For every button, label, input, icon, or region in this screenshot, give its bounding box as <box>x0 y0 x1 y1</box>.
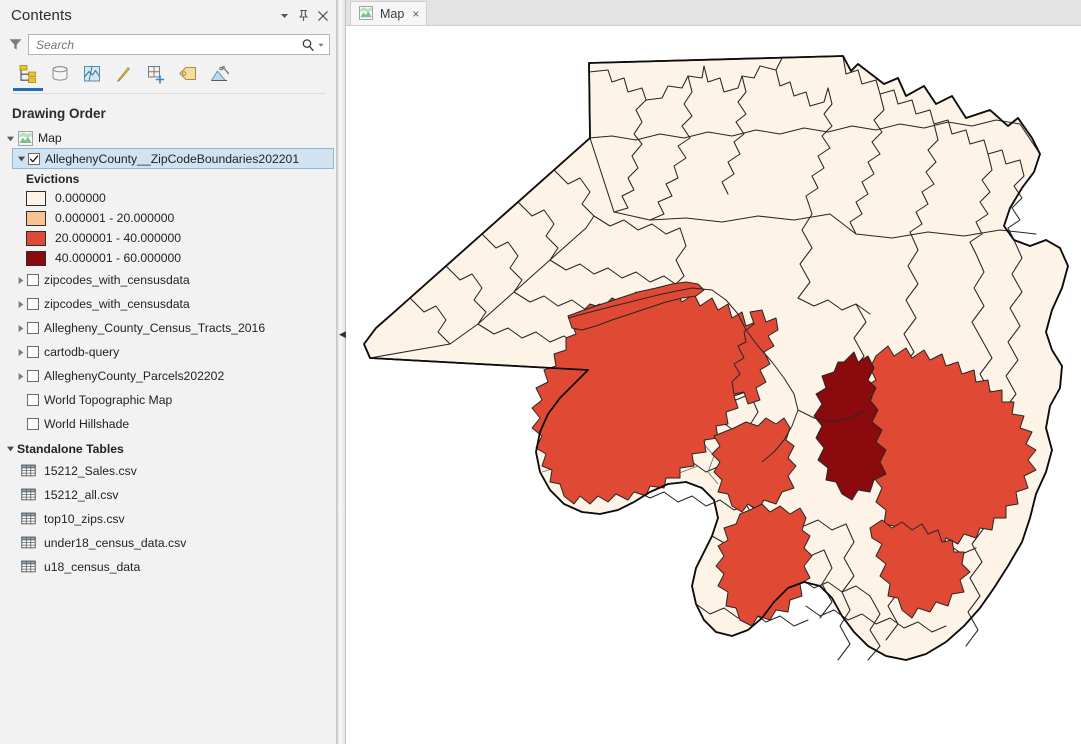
legend-item-2[interactable]: 20.000001 - 40.000000 <box>0 228 336 248</box>
layer-row-zipcodeboundaries[interactable]: AlleghenyCounty__ZipCodeBoundaries202201 <box>12 148 334 169</box>
arcgis-pro-window: Contents Search Drawing Order Map Allegh… <box>0 0 1081 744</box>
layer-row-parcels202202[interactable]: AlleghenyCounty_Parcels202202 <box>0 364 336 388</box>
search-row <box>0 31 336 58</box>
map-view: Map × <box>346 0 1081 744</box>
layer-row-zipcodes-with-censusdata-2[interactable]: zipcodes_with_censusdata <box>0 292 336 316</box>
contents-tree: Map AlleghenyCounty__ZipCodeBoundaries20… <box>0 127 336 744</box>
layer-visibility-checkbox[interactable] <box>27 274 39 286</box>
search-box[interactable] <box>28 34 330 55</box>
layer-visibility-checkbox[interactable] <box>27 346 39 358</box>
table-label: 15212_Sales.csv <box>44 464 137 478</box>
chevron-down-icon[interactable] <box>316 37 326 53</box>
layer-label: AlleghenyCounty__ZipCodeBoundaries202201 <box>45 151 300 166</box>
standalone-tables-label: Standalone Tables <box>17 441 124 456</box>
table-label: u18_census_data <box>44 560 141 574</box>
list-by-editing-button[interactable] <box>108 61 140 87</box>
standalone-tables-header[interactable]: Standalone Tables <box>0 438 336 459</box>
contents-panel: Contents Search Drawing Order Map Allegh… <box>0 0 337 744</box>
layer-visibility-checkbox[interactable] <box>27 370 39 382</box>
layer-label: zipcodes_with_censusdata <box>44 297 190 311</box>
legend-swatch <box>26 250 46 266</box>
map-canvas[interactable] <box>346 26 1081 744</box>
layer-row-census-tracts-2016[interactable]: Allegheny_County_Census_Tracts_2016 <box>0 316 336 340</box>
layer-label: zipcodes_with_censusdata <box>44 273 190 287</box>
list-by-snapping-button[interactable] <box>140 61 172 87</box>
layer-row-world-hillshade[interactable]: World Hillshade <box>0 412 336 436</box>
layer-label: Allegheny_County_Census_Tracts_2016 <box>44 321 266 335</box>
table-icon <box>21 535 37 551</box>
contents-toolbar <box>0 58 336 98</box>
layer-visibility-checkbox[interactable] <box>28 152 40 165</box>
tab-map-label: Map <box>380 6 405 21</box>
table-label: 15212_all.csv <box>44 488 119 502</box>
table-row[interactable]: u18_census_data <box>0 555 336 579</box>
tree-node-map[interactable]: Map <box>0 128 336 148</box>
expander-icon[interactable] <box>14 369 27 383</box>
layer-row-world-topographic-map[interactable]: World Topographic Map <box>0 388 336 412</box>
caret-down-icon[interactable] <box>275 6 294 25</box>
expander-icon[interactable] <box>14 321 27 335</box>
legend-item-0[interactable]: 0.000000 <box>0 188 336 208</box>
legend-label: 40.000001 - 60.000000 <box>55 251 182 265</box>
layer-visibility-checkbox[interactable] <box>27 394 39 406</box>
map-icon <box>17 130 33 146</box>
legend-swatch <box>26 230 46 246</box>
expander-icon[interactable] <box>4 442 17 456</box>
table-row[interactable]: 15212_all.csv <box>0 483 336 507</box>
search-icon[interactable] <box>300 37 316 53</box>
table-row[interactable]: 15212_Sales.csv <box>0 459 336 483</box>
list-by-labeling-button[interactable] <box>172 61 204 87</box>
close-icon[interactable]: × <box>412 8 419 20</box>
table-icon <box>21 463 37 479</box>
expander-icon[interactable] <box>4 131 17 145</box>
tree-node-map-label: Map <box>38 131 62 145</box>
close-icon[interactable] <box>313 6 332 25</box>
collapse-left-icon[interactable]: ◀ <box>339 330 346 339</box>
search-input[interactable] <box>36 37 300 52</box>
contents-panel-header: Contents <box>0 0 336 31</box>
legend-swatch <box>26 190 46 206</box>
table-label: top10_zips.csv <box>44 512 125 526</box>
table-label: under18_census_data.csv <box>44 536 187 550</box>
table-row[interactable]: under18_census_data.csv <box>0 531 336 555</box>
pin-icon[interactable] <box>294 6 313 25</box>
layer-label: World Topographic Map <box>44 393 173 407</box>
layer-row-zipcodes-with-censusdata-1[interactable]: zipcodes_with_censusdata <box>0 268 336 292</box>
drawing-order-header: Drawing Order <box>12 106 106 121</box>
legend-item-3[interactable]: 40.000001 - 60.000000 <box>0 248 336 268</box>
layer-label: World Hillshade <box>44 417 130 431</box>
tab-map[interactable]: Map × <box>350 1 428 25</box>
legend-label: 0.000001 - 20.000000 <box>55 211 175 225</box>
layer-label: cartodb-query <box>44 345 120 359</box>
layer-row-cartodb-query[interactable]: cartodb-query <box>0 340 336 364</box>
expander-icon[interactable] <box>14 273 27 287</box>
list-by-drawing-order-button[interactable] <box>12 61 44 91</box>
table-icon <box>21 487 37 503</box>
map-icon <box>359 6 374 21</box>
expander-icon[interactable] <box>15 152 28 166</box>
table-icon <box>21 559 37 575</box>
legend-label: 20.000001 - 40.000000 <box>55 231 182 245</box>
expander-icon[interactable] <box>14 345 27 359</box>
table-icon <box>21 511 37 527</box>
legend-item-1[interactable]: 0.000001 - 20.000000 <box>0 208 336 228</box>
layer-visibility-checkbox[interactable] <box>27 298 39 310</box>
expander-icon[interactable] <box>14 297 27 311</box>
list-by-selection-button[interactable] <box>76 61 108 87</box>
allegheny-county-choropleth[interactable] <box>346 26 1081 744</box>
layer-visibility-checkbox[interactable] <box>27 418 39 430</box>
table-row[interactable]: top10_zips.csv <box>0 507 336 531</box>
panel-splitter[interactable]: ◀ <box>337 0 346 744</box>
filter-icon[interactable] <box>2 34 28 56</box>
legend-swatch <box>26 210 46 226</box>
layer-visibility-checkbox[interactable] <box>27 322 39 334</box>
view-tabstrip: Map × <box>346 0 1081 26</box>
list-by-diagram-button[interactable] <box>204 61 236 87</box>
legend-title: Evictions <box>26 172 80 186</box>
list-by-data-source-button[interactable] <box>44 61 76 87</box>
legend-label: 0.000000 <box>55 191 106 205</box>
layer-label: AlleghenyCounty_Parcels202202 <box>44 369 225 383</box>
page-title: Contents <box>11 7 72 24</box>
